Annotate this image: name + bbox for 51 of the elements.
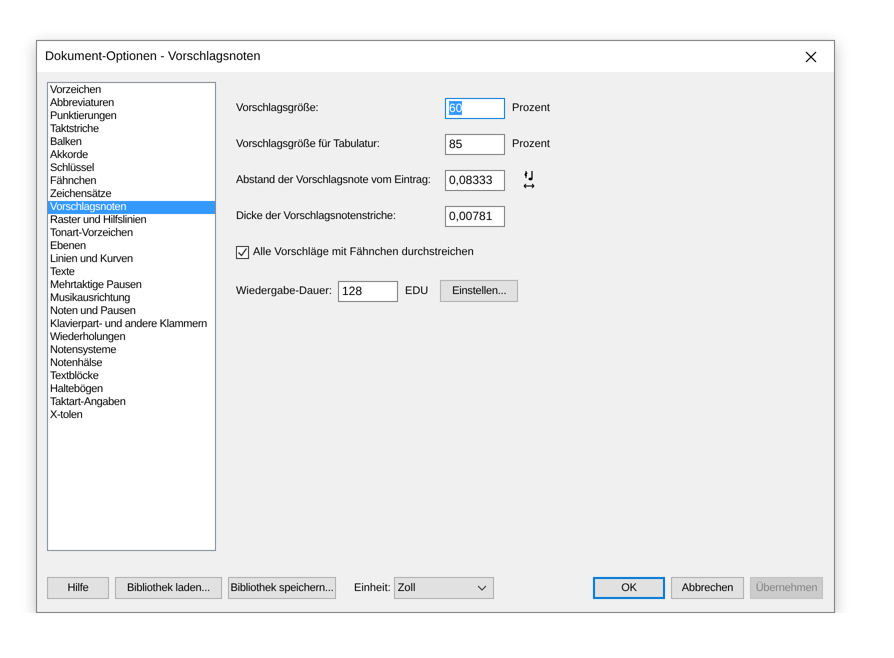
window-title: Dokument-Optionen - Vorschlagsnoten: [45, 48, 260, 66]
dialog-button[interactable]: OK: [593, 577, 665, 599]
input-field[interactable]: 128: [338, 280, 398, 302]
category-item[interactable]: Noten und Pausen: [48, 305, 215, 318]
unit-dropdown[interactable]: Zoll: [394, 577, 494, 599]
category-item[interactable]: Taktstriche: [48, 123, 215, 136]
field-label: Vorschlagsgröße:: [236, 100, 320, 116]
note-spacing-icon: [523, 170, 535, 190]
category-item[interactable]: Schlüssel: [48, 162, 215, 175]
category-item[interactable]: Mehrtaktige Pausen: [48, 279, 215, 292]
dialog-button: Übernehmen: [750, 577, 823, 599]
checkbox-label: Alle Vorschläge mit Fähnchen durchstreichen: [253, 244, 474, 260]
caret-icon: [476, 585, 487, 591]
category-item[interactable]: Akkorde: [48, 149, 215, 162]
category-item[interactable]: Ebenen: [48, 240, 215, 253]
footer-button[interactable]: Bibliothek speichern...: [228, 577, 336, 599]
category-item[interactable]: Texte: [48, 266, 215, 279]
category-item[interactable]: Abbreviaturen: [48, 97, 215, 110]
field-label: Dicke der Vorschlagsnotenstriche:: [236, 208, 397, 224]
category-item[interactable]: Zeichensätze: [48, 188, 215, 201]
category-item[interactable]: Tonart-Vorzeichen: [48, 227, 215, 240]
footer-button[interactable]: Bibliothek laden...: [115, 577, 222, 599]
field-label: Abstand der Vorschlagsnote vom Eintrag:: [236, 172, 432, 188]
category-item[interactable]: Balken: [48, 136, 215, 149]
category-item[interactable]: Taktart-Angaben: [48, 396, 215, 409]
category-item[interactable]: Notensysteme: [48, 344, 215, 357]
category-item[interactable]: Notenhälse: [48, 357, 215, 370]
category-item[interactable]: Musikausrichtung: [48, 292, 215, 305]
field-label: Wiedergabe-Dauer:: [236, 284, 332, 299]
category-item[interactable]: X-tolen: [48, 409, 215, 422]
unit-label: Prozent: [512, 100, 550, 116]
settings-button[interactable]: Einstellen...: [440, 280, 518, 302]
dialog-button[interactable]: Abbrechen: [671, 577, 744, 599]
category-item[interactable]: Klavierpart- und andere Klammern: [48, 318, 215, 331]
category-item[interactable]: Fähnchen: [48, 175, 215, 188]
input-field[interactable]: 0,08333: [445, 170, 505, 190]
unit-label: Einheit:: [354, 580, 391, 596]
footer-button[interactable]: Hilfe: [47, 577, 109, 599]
input-field[interactable]: 85: [445, 134, 505, 154]
unit-label: Prozent: [512, 136, 550, 152]
checkbox[interactable]: [236, 246, 249, 258]
unit-label: EDU: [405, 284, 428, 299]
input-field[interactable]: 0,00781: [445, 206, 505, 226]
category-item[interactable]: Wiederholungen: [48, 331, 215, 344]
category-item[interactable]: Raster und Hilfslinien: [48, 214, 215, 227]
field-label: Vorschlagsgröße für Tabulatur:: [236, 136, 381, 152]
category-item[interactable]: Textblöcke: [48, 370, 215, 383]
category-item[interactable]: Haltebögen: [48, 383, 215, 396]
category-item[interactable]: Punktierungen: [48, 110, 215, 123]
category-item[interactable]: Linien und Kurven: [48, 253, 215, 266]
category-item[interactable]: Vorzeichen: [48, 84, 215, 97]
